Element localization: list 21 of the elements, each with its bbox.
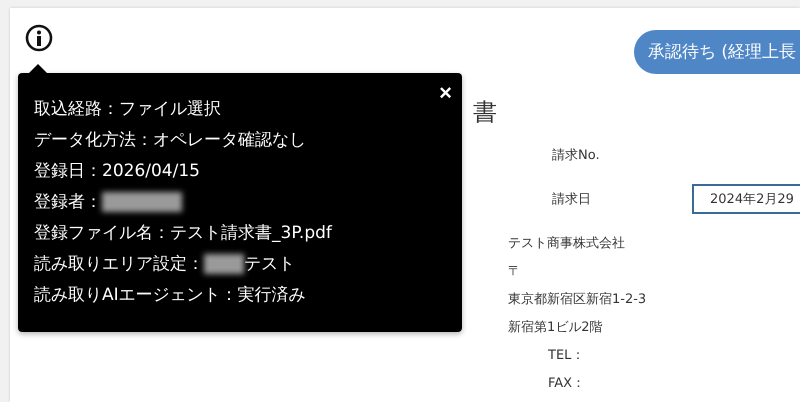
info-line: 登録日：2026/04/15 [34,160,200,182]
info-icon[interactable] [25,24,53,52]
field-label: 請求日 [552,191,592,208]
document-title: 書 [473,97,498,128]
info-line: 読み取りAIエージェント：実行済み [34,284,306,306]
info-line: データ化方法：オペレータ確認なし [34,129,306,151]
contact-label: TEL： [547,347,586,365]
field-label: 請求No. [552,147,601,164]
info-line: テスト [244,253,295,275]
issuer-text: テスト商事株式会社 [508,235,626,253]
issuer-text: 〒 [508,263,522,281]
date-field[interactable]: 2024年2月29 [692,184,800,214]
info-line: 取込経路：ファイル選択 [34,98,221,120]
issuer-text: 新宿第1ビル2階 [508,319,604,337]
status-badge: 承認待ち (経理上長 [634,30,800,74]
info-line: 読み取りエリア設定： [34,253,204,275]
issuer-text: 東京都新宿区新宿1-2-3 [508,291,648,309]
info-line: 登録ファイル名：テスト請求書_3P.pdf [34,222,332,244]
contact-label: FAX： [547,375,586,393]
info-line: 登録者： [34,191,102,213]
close-button[interactable]: × [439,81,452,105]
